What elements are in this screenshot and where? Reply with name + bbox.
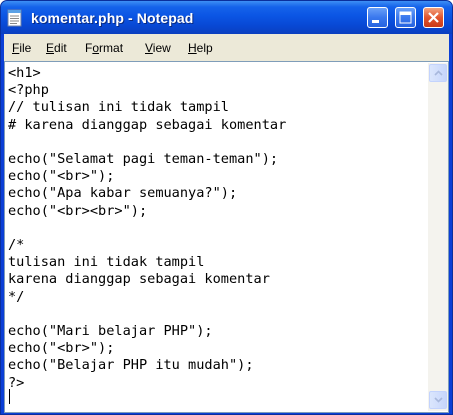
window-title: komentar.php - Notepad [31,10,194,26]
menu-file[interactable]: File [12,41,31,55]
menu-edit[interactable]: Edit [46,41,67,55]
menu-bar: File Edit Format View Help [4,34,449,61]
scroll-down-button[interactable] [429,391,447,409]
minimize-icon [372,20,379,23]
menu-format[interactable]: Format [85,41,123,55]
notepad-icon[interactable] [7,9,23,27]
scroll-up-button[interactable] [429,64,447,82]
notepad-window: komentar.php - Notepad File Edit Format … [0,0,453,415]
menu-view[interactable]: View [145,41,171,55]
editor-content[interactable]: <h1> <?php // tulisan ini tidak tampil #… [8,65,425,392]
text-editor[interactable]: <h1> <?php // tulisan ini tidak tampil #… [4,61,449,413]
maximize-button[interactable] [395,7,416,28]
minimize-button[interactable] [367,7,388,28]
text-caret [9,389,10,404]
title-bar[interactable]: komentar.php - Notepad [1,1,452,34]
vertical-scrollbar[interactable] [428,63,448,411]
arrow-down-icon [434,397,443,403]
menu-help[interactable]: Help [188,41,213,55]
maximize-icon [399,11,412,24]
arrow-up-icon [434,70,443,76]
close-icon [428,12,439,23]
close-button[interactable] [423,7,444,28]
